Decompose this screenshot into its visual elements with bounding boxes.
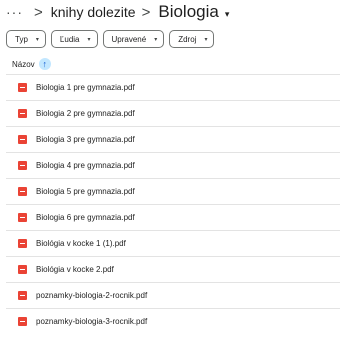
file-name: Biologia 1 pre gymnazia.pdf <box>36 83 135 92</box>
file-row[interactable]: poznamky-biologia-3-rocnik.pdf <box>6 308 340 334</box>
pdf-icon <box>18 213 27 222</box>
file-row[interactable]: Biologia 5 pre gymnazia.pdf <box>6 178 340 204</box>
filter-chip-type[interactable]: Typ ▾ <box>6 30 46 48</box>
pdf-icon <box>18 317 27 326</box>
pdf-icon <box>18 265 27 274</box>
file-row[interactable]: Biológia v kocke 1 (1).pdf <box>6 230 340 256</box>
caret-down-icon: ▾ <box>204 36 208 43</box>
pdf-icon <box>18 187 27 196</box>
file-name: poznamky-biologia-2-rocnik.pdf <box>36 291 148 300</box>
caret-down-icon: ▾ <box>154 36 158 43</box>
file-row[interactable]: Biologia 4 pre gymnazia.pdf <box>6 152 340 178</box>
filter-bar: Typ ▾ Ľudia ▾ Upravené ▾ Zdroj ▾ <box>6 30 215 48</box>
more-icon[interactable]: ··· <box>6 5 28 19</box>
pdf-icon <box>18 83 27 92</box>
breadcrumb-item-current[interactable]: Biologia ▾ <box>158 2 229 22</box>
pdf-icon <box>18 239 27 248</box>
pdf-icon <box>18 161 27 170</box>
file-row[interactable]: Biologia 6 pre gymnazia.pdf <box>6 204 340 230</box>
chevron-right-icon: > <box>34 3 43 21</box>
filter-chip-label: Ľudia <box>59 34 80 44</box>
chevron-right-icon: > <box>141 3 151 21</box>
pdf-icon <box>18 109 27 118</box>
sort-ascending-icon[interactable]: ↑ <box>38 58 51 70</box>
file-name: Biológia v kocke 1 (1).pdf <box>36 239 126 248</box>
current-folder-label: Biologia <box>158 2 219 21</box>
file-name: Biologia 3 pre gymnazia.pdf <box>36 135 135 144</box>
pdf-icon <box>18 135 27 144</box>
file-name: Biologia 2 pre gymnazia.pdf <box>36 109 135 118</box>
breadcrumb: ··· > knihy dolezite > Biologia ▾ <box>6 0 336 24</box>
caret-down-icon: ▾ <box>35 36 39 43</box>
filter-chip-source[interactable]: Zdroj ▾ <box>169 30 215 48</box>
file-name: Biológia v kocke 2.pdf <box>36 265 114 274</box>
breadcrumb-item-parent[interactable]: knihy dolezite <box>51 4 136 20</box>
file-row[interactable]: Biologia 3 pre gymnazia.pdf <box>6 126 340 152</box>
file-name: Biologia 6 pre gymnazia.pdf <box>36 213 135 222</box>
file-name: poznamky-biologia-3-rocnik.pdf <box>36 317 148 326</box>
file-row[interactable]: Biológia v kocke 2.pdf <box>6 256 340 282</box>
pdf-icon <box>18 291 27 300</box>
filter-chip-people[interactable]: Ľudia ▾ <box>50 30 98 48</box>
sort-by-name-header[interactable]: Názov ↑ <box>12 57 51 71</box>
file-row[interactable]: poznamky-biologia-2-rocnik.pdf <box>6 282 340 308</box>
filter-chip-label: Upravené <box>111 34 147 44</box>
file-name: Biologia 4 pre gymnazia.pdf <box>36 161 135 170</box>
filter-chip-label: Zdroj <box>178 34 197 44</box>
file-list: Biologia 1 pre gymnazia.pdf Biologia 2 p… <box>6 74 340 334</box>
caret-down-icon: ▾ <box>87 36 91 43</box>
file-row[interactable]: Biologia 2 pre gymnazia.pdf <box>6 100 340 126</box>
file-row[interactable]: Biologia 1 pre gymnazia.pdf <box>6 74 340 100</box>
filter-chip-modified[interactable]: Upravené ▾ <box>102 30 165 48</box>
column-header-name: Názov <box>12 59 35 69</box>
file-name: Biologia 5 pre gymnazia.pdf <box>36 187 135 196</box>
filter-chip-label: Typ <box>15 34 28 44</box>
caret-down-icon: ▾ <box>224 9 230 19</box>
